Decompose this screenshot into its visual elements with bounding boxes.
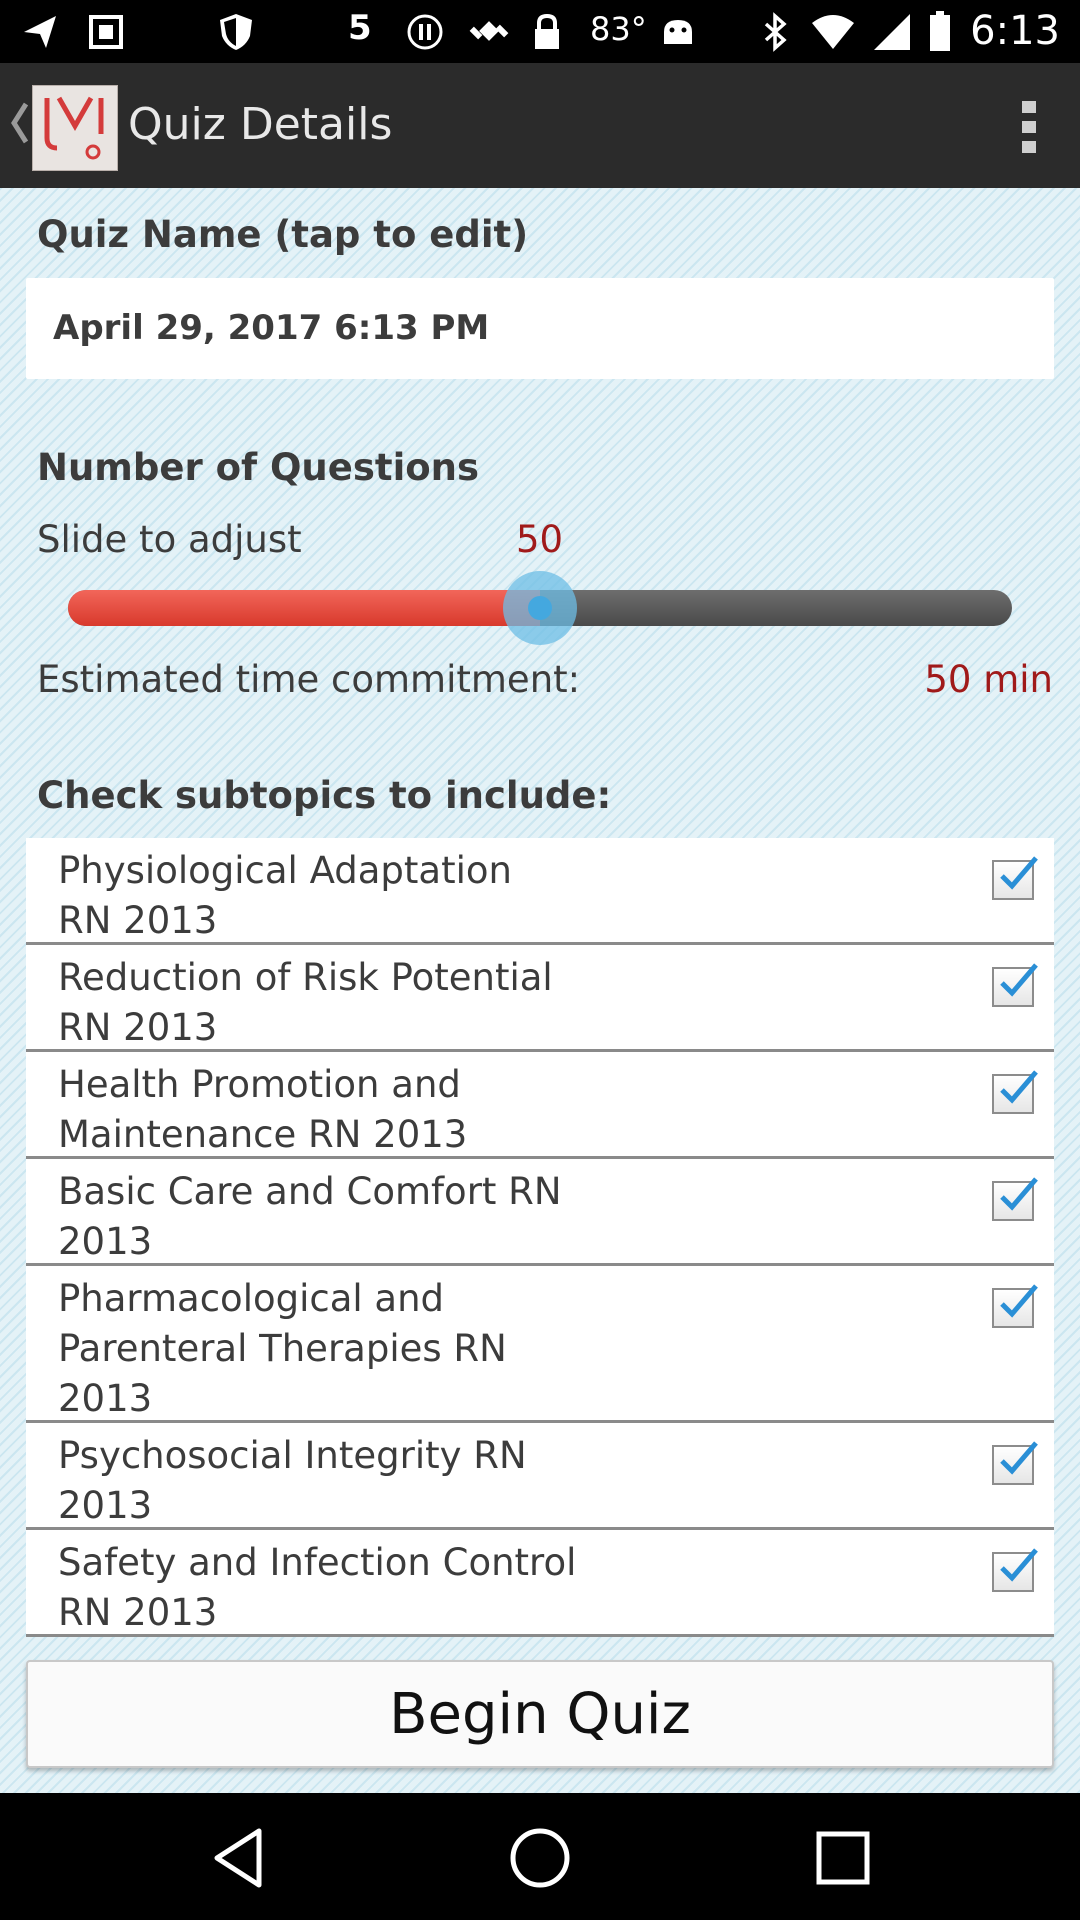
subtopic-label: Psychosocial Integrity RN 2013 bbox=[58, 1434, 527, 1527]
subtopic-checkbox[interactable] bbox=[992, 1177, 1038, 1221]
recents-nav-icon[interactable] bbox=[808, 1823, 878, 1893]
subtopic-row[interactable]: Psychosocial Integrity RN 2013 bbox=[26, 1423, 1054, 1530]
signal-icon bbox=[872, 12, 912, 52]
number-5-icon: 5 bbox=[348, 8, 372, 48]
subtopic-label: Basic Care and Comfort RN 2013 bbox=[58, 1170, 562, 1263]
subtopic-checkbox[interactable] bbox=[992, 1548, 1038, 1592]
question-count-value: 50 bbox=[516, 518, 564, 561]
app-bar: Quiz Details bbox=[0, 63, 1080, 188]
subtopic-row[interactable]: Health Promotion and Maintenance RN 2013 bbox=[26, 1052, 1054, 1159]
quiz-name-label: Quiz Name (tap to edit) bbox=[37, 213, 529, 256]
page-title: Quiz Details bbox=[128, 99, 393, 150]
quiz-details-content: Quiz Name (tap to edit) April 29, 2017 6… bbox=[0, 188, 1080, 1793]
subtopic-checkbox[interactable] bbox=[992, 856, 1038, 900]
quiz-name-value[interactable]: April 29, 2017 6:13 PM bbox=[53, 308, 489, 348]
send-icon bbox=[20, 12, 60, 52]
slide-to-adjust-label: Slide to adjust bbox=[37, 518, 302, 561]
slider-fill bbox=[68, 590, 540, 626]
subtopic-label: Health Promotion and Maintenance RN 2013 bbox=[58, 1063, 468, 1156]
subtopic-checkbox[interactable] bbox=[992, 1284, 1038, 1328]
estimated-time-label: Estimated time commitment: bbox=[37, 658, 581, 701]
navigation-bar bbox=[0, 1793, 1080, 1920]
question-count-slider[interactable] bbox=[68, 571, 1012, 645]
subtopic-checkbox[interactable] bbox=[992, 963, 1038, 1007]
shield-icon bbox=[218, 12, 254, 52]
estimated-time-value: 50 min bbox=[924, 658, 1053, 701]
number-of-questions-label: Number of Questions bbox=[37, 446, 480, 489]
status-bar: 5 83° 6:13 bbox=[0, 0, 1080, 63]
subtopic-row[interactable]: Basic Care and Comfort RN 2013 bbox=[26, 1159, 1054, 1266]
slider-thumb[interactable] bbox=[503, 571, 577, 645]
bluetooth-icon bbox=[762, 12, 790, 52]
pause-icon bbox=[406, 12, 444, 52]
quiz-name-field[interactable]: April 29, 2017 6:13 PM bbox=[26, 278, 1054, 379]
subtopic-label: Pharmacological and Parenteral Therapies… bbox=[58, 1277, 507, 1420]
subtopic-row[interactable]: Reduction of Risk Potential RN 2013 bbox=[26, 945, 1054, 1052]
subtopic-checkbox[interactable] bbox=[992, 1441, 1038, 1485]
back-icon[interactable] bbox=[8, 98, 30, 148]
back-nav-icon[interactable] bbox=[205, 1823, 275, 1893]
subtopic-row[interactable]: Safety and Infection Control RN 2013 bbox=[26, 1530, 1054, 1637]
subtopics-list: Physiological Adaptation RN 2013 Reducti… bbox=[26, 838, 1054, 1637]
wifi-icon bbox=[810, 12, 856, 52]
temperature-text: 83° bbox=[590, 10, 647, 48]
subtopic-row[interactable]: Pharmacological and Parenteral Therapies… bbox=[26, 1266, 1054, 1423]
subtopic-label: Reduction of Risk Potential RN 2013 bbox=[58, 956, 553, 1049]
subtopic-checkbox[interactable] bbox=[992, 1070, 1038, 1114]
lock-icon bbox=[532, 12, 562, 52]
image-icon bbox=[88, 12, 124, 52]
subtopic-label: Physiological Adaptation RN 2013 bbox=[58, 849, 512, 942]
subtopics-label: Check subtopics to include: bbox=[37, 774, 612, 817]
android-icon bbox=[660, 12, 696, 52]
subtopic-row[interactable]: Physiological Adaptation RN 2013 bbox=[26, 838, 1054, 945]
battery-icon bbox=[928, 11, 952, 52]
satellite-icon bbox=[468, 12, 512, 52]
overflow-menu-icon[interactable] bbox=[1018, 99, 1042, 155]
begin-quiz-button[interactable]: Begin Quiz bbox=[26, 1660, 1054, 1768]
home-nav-icon[interactable] bbox=[505, 1823, 575, 1893]
clock: 6:13 bbox=[970, 8, 1060, 54]
subtopic-label: Safety and Infection Control RN 2013 bbox=[58, 1541, 577, 1634]
app-logo[interactable] bbox=[32, 85, 118, 171]
